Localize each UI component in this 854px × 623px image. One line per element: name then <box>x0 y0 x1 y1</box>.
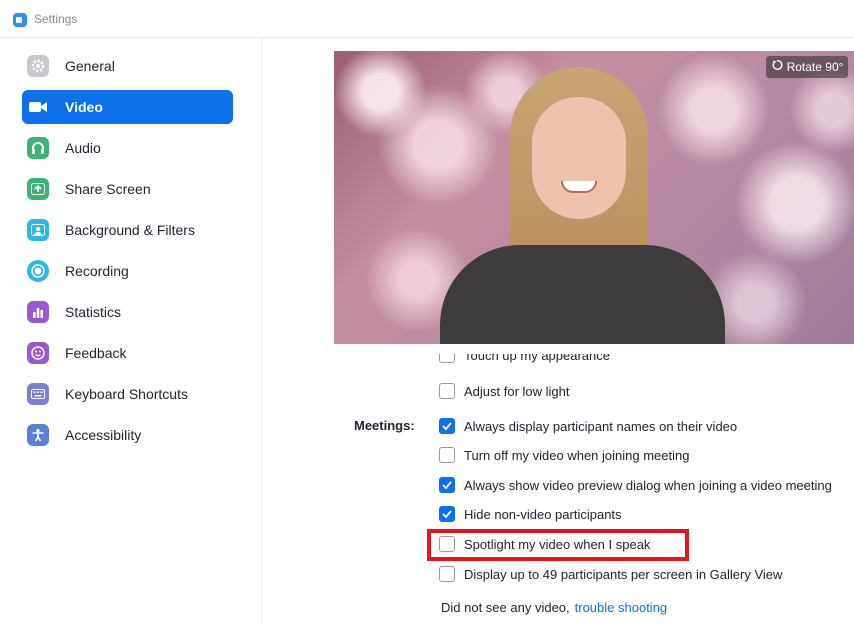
sidebar-item-video[interactable]: Video <box>22 90 233 124</box>
zoom-app-icon <box>13 13 27 27</box>
sidebar-item-label: Accessibility <box>65 427 142 443</box>
adjust-low-light-row[interactable]: Adjust for low light <box>439 383 570 399</box>
record-icon <box>27 260 49 282</box>
sidebar-item-label: Share Screen <box>65 181 151 197</box>
gallery-49-row[interactable]: Display up to 49 participants per screen… <box>439 566 782 582</box>
share-screen-icon <box>27 178 49 200</box>
sidebar-item-audio[interactable]: Audio <box>22 131 233 165</box>
sidebar-item-label: Audio <box>65 140 101 156</box>
sidebar-item-background-filters[interactable]: Background & Filters <box>22 213 233 247</box>
adjust-low-light-label: Adjust for low light <box>464 383 570 399</box>
bar-chart-icon <box>27 301 49 323</box>
checkmark-icon <box>442 422 452 430</box>
no-video-text: Did not see any video, <box>441 600 570 615</box>
preview-person-body <box>440 245 725 344</box>
turn-off-video-label: Turn off my video when joining meeting <box>464 447 690 463</box>
keyboard-icon <box>27 383 49 405</box>
sidebar-item-general[interactable]: General <box>22 49 233 83</box>
preview-person-face <box>532 97 626 219</box>
checkmark-icon <box>442 510 452 518</box>
sidebar-item-label: Video <box>65 99 103 115</box>
display-names-row[interactable]: Always display participant names on thei… <box>439 418 737 434</box>
turn-off-video-checkbox[interactable] <box>439 447 455 463</box>
sidebar-item-label: Background & Filters <box>65 222 195 238</box>
sidebar-item-label: General <box>65 58 115 74</box>
video-preview <box>334 51 854 344</box>
hide-non-video-checkbox[interactable] <box>439 506 455 522</box>
preview-dialog-checkbox[interactable] <box>439 477 455 493</box>
sidebar-item-label: Feedback <box>65 345 127 361</box>
spotlight-highlight-box <box>427 529 689 561</box>
preview-dialog-label: Always show video preview dialog when jo… <box>464 477 832 493</box>
preview-dialog-row[interactable]: Always show video preview dialog when jo… <box>439 477 832 493</box>
touch-up-checkbox[interactable] <box>439 354 455 363</box>
checkmark-icon <box>442 481 452 489</box>
sidebar-item-recording[interactable]: Recording <box>22 254 233 288</box>
person-background-icon <box>27 219 49 241</box>
rotate-90-button[interactable]: Rotate 90° <box>766 56 848 78</box>
no-video-help: Did not see any video, trouble shooting <box>441 600 667 615</box>
display-names-checkbox[interactable] <box>439 418 455 434</box>
title-bar: Settings <box>0 0 854 38</box>
trouble-shooting-link[interactable]: trouble shooting <box>575 600 668 615</box>
rotate-icon <box>771 58 783 76</box>
touch-up-row[interactable]: Touch up my appearance <box>439 354 739 366</box>
sidebar-item-accessibility[interactable]: Accessibility <box>22 418 233 452</box>
gallery-49-label: Display up to 49 participants per screen… <box>464 566 783 582</box>
settings-sidebar: General Video Audio Share Screen Backgro… <box>0 38 262 623</box>
display-names-label: Always display participant names on thei… <box>464 418 738 434</box>
smiley-icon <box>27 342 49 364</box>
sidebar-item-label: Recording <box>65 263 129 279</box>
accessibility-icon <box>27 424 49 446</box>
hide-non-video-label: Hide non-video participants <box>464 506 622 522</box>
gear-icon <box>27 55 49 77</box>
headphones-icon <box>27 137 49 159</box>
sidebar-item-keyboard-shortcuts[interactable]: Keyboard Shortcuts <box>22 377 233 411</box>
sidebar-item-label: Statistics <box>65 304 122 320</box>
window-title: Settings <box>34 12 78 26</box>
video-camera-icon <box>27 96 49 118</box>
sidebar-item-feedback[interactable]: Feedback <box>22 336 233 370</box>
gallery-49-checkbox[interactable] <box>439 566 455 582</box>
adjust-low-light-checkbox[interactable] <box>439 383 455 399</box>
touch-up-label: Touch up my appearance <box>464 354 610 363</box>
sidebar-item-label: Keyboard Shortcuts <box>65 386 188 402</box>
rotate-label: Rotate 90° <box>786 60 844 74</box>
hide-non-video-row[interactable]: Hide non-video participants <box>439 506 622 522</box>
sidebar-item-statistics[interactable]: Statistics <box>22 295 233 329</box>
turn-off-video-row[interactable]: Turn off my video when joining meeting <box>439 447 689 463</box>
sidebar-item-share-screen[interactable]: Share Screen <box>22 172 233 206</box>
meetings-section-label: Meetings: <box>354 418 415 433</box>
